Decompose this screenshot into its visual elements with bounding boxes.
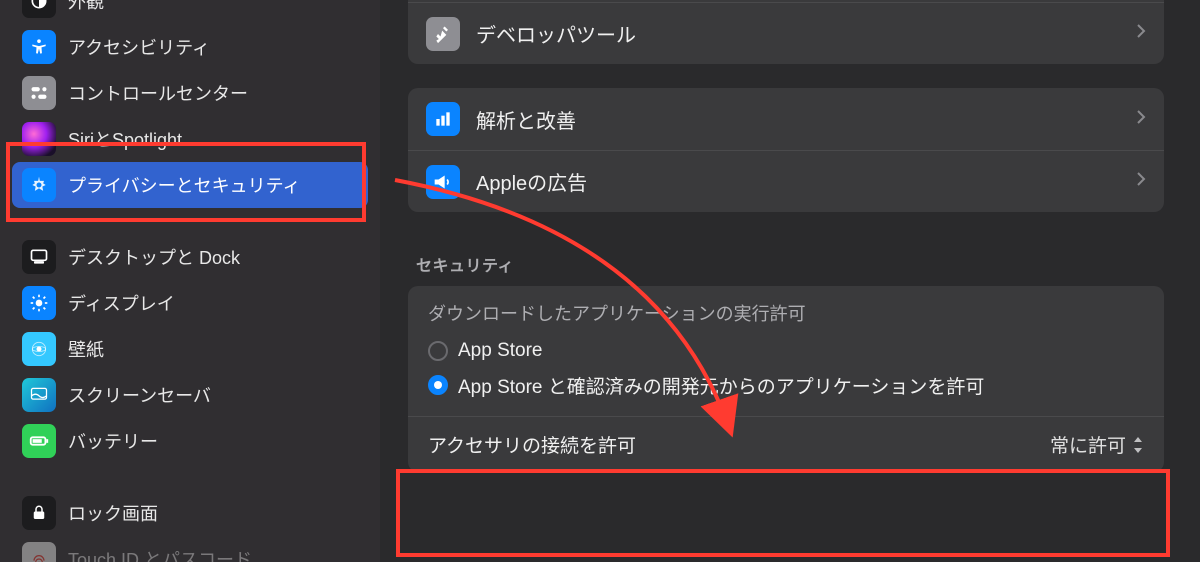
accessory-value: 常に許可 <box>1050 431 1126 458</box>
sidebar-label: 壁紙 <box>68 336 104 362</box>
hammer-icon <box>426 17 460 51</box>
sidebar-label: ディスプレイ <box>68 290 175 316</box>
privacy-row-group-top: デベロッパツール <box>408 0 1164 64</box>
sidebar-label: デスクトップと Dock <box>68 244 240 270</box>
sidebar-label: Touch ID とパスコード <box>68 546 252 562</box>
sidebar-item-privacy-security[interactable]: プライバシーとセキュリティ <box>12 162 368 208</box>
privacy-row-group-mid: 解析と改善 Appleの広告 <box>408 88 1164 212</box>
row-label: Appleの広告 <box>476 167 1120 196</box>
sidebar: 外観 アクセシビリティ コントロールセンター SiriとSpotlight プラ… <box>0 0 380 562</box>
content-area: デベロッパツール 解析と改善 Appleの広告 セキュリティ <box>380 0 1200 562</box>
sidebar-item-lock-screen[interactable]: ロック画面 <box>12 490 368 536</box>
sidebar-label: プライバシーとセキュリティ <box>68 172 301 198</box>
displays-icon <box>22 286 56 320</box>
sidebar-item-displays[interactable]: ディスプレイ <box>12 280 368 326</box>
radio-label: App Store と確認済みの開発元からのアプリケーションを許可 <box>458 372 984 399</box>
privacy-icon <box>22 168 56 202</box>
sidebar-item-wallpaper[interactable]: 壁紙 <box>12 326 368 372</box>
analytics-icon <box>426 102 460 136</box>
sidebar-item-screensaver[interactable]: スクリーンセーバ <box>12 372 368 418</box>
sidebar-label: ロック画面 <box>68 500 158 526</box>
sidebar-item-control-center[interactable]: コントロールセンター <box>12 70 368 116</box>
sidebar-item-accessibility[interactable]: アクセシビリティ <box>12 24 368 70</box>
accessory-select[interactable]: 常に許可 <box>1050 431 1144 458</box>
accessibility-icon <box>22 30 56 64</box>
sidebar-item-appearance[interactable]: 外観 <box>12 0 368 24</box>
sidebar-item-desktop-dock[interactable]: デスクトップと Dock <box>12 234 368 280</box>
lock-screen-icon <box>22 496 56 530</box>
row-label: デベロッパツール <box>476 19 1120 48</box>
wallpaper-icon <box>22 332 56 366</box>
ads-icon <box>426 165 460 199</box>
sidebar-group: 外観 アクセシビリティ コントロールセンター SiriとSpotlight プラ… <box>12 0 368 562</box>
gatekeeper-radio-group: App Store App Store と確認済みの開発元からのアプリケーション… <box>408 334 1164 416</box>
accessory-connection-row: アクセサリの接続を許可 常に許可 <box>408 416 1164 472</box>
control-center-icon <box>22 76 56 110</box>
sidebar-item-touchid[interactable]: Touch ID とパスコード <box>12 536 368 562</box>
sidebar-label: コントロールセンター <box>68 80 248 106</box>
chevron-right-icon <box>1136 23 1146 44</box>
updown-icon <box>1132 437 1144 453</box>
sidebar-label: 外観 <box>68 0 104 14</box>
appearance-icon <box>22 0 56 18</box>
row-apple-ads[interactable]: Appleの広告 <box>408 150 1164 212</box>
sidebar-item-battery[interactable]: バッテリー <box>12 418 368 464</box>
touchid-icon <box>22 542 56 562</box>
sidebar-label: アクセシビリティ <box>68 34 210 60</box>
row-developer-tools[interactable]: デベロッパツール <box>408 2 1164 64</box>
sidebar-item-siri-spotlight[interactable]: SiriとSpotlight <box>12 116 368 162</box>
siri-icon <box>22 122 56 156</box>
sidebar-label: SiriとSpotlight <box>68 126 182 152</box>
accessory-label: アクセサリの接続を許可 <box>428 431 636 458</box>
section-title-security: セキュリティ <box>416 252 1164 276</box>
desktop-dock-icon <box>22 240 56 274</box>
row-analytics[interactable]: 解析と改善 <box>408 88 1164 150</box>
radio-indicator <box>428 341 448 361</box>
sidebar-label: スクリーンセーバ <box>68 382 211 408</box>
radio-label: App Store <box>458 340 543 362</box>
radio-indicator <box>428 375 448 395</box>
battery-icon <box>22 424 56 458</box>
screensaver-icon <box>22 378 56 412</box>
sidebar-label: バッテリー <box>68 428 158 454</box>
security-group: ダウンロードしたアプリケーションの実行許可 App Store App Stor… <box>408 286 1164 472</box>
radio-app-store-and-identified[interactable]: App Store と確認済みの開発元からのアプリケーションを許可 <box>428 368 1144 402</box>
chevron-right-icon <box>1136 109 1146 130</box>
download-permission-label: ダウンロードしたアプリケーションの実行許可 <box>408 286 1164 334</box>
radio-app-store[interactable]: App Store <box>428 334 1144 368</box>
row-label: 解析と改善 <box>476 105 1120 134</box>
chevron-right-icon <box>1136 171 1146 192</box>
